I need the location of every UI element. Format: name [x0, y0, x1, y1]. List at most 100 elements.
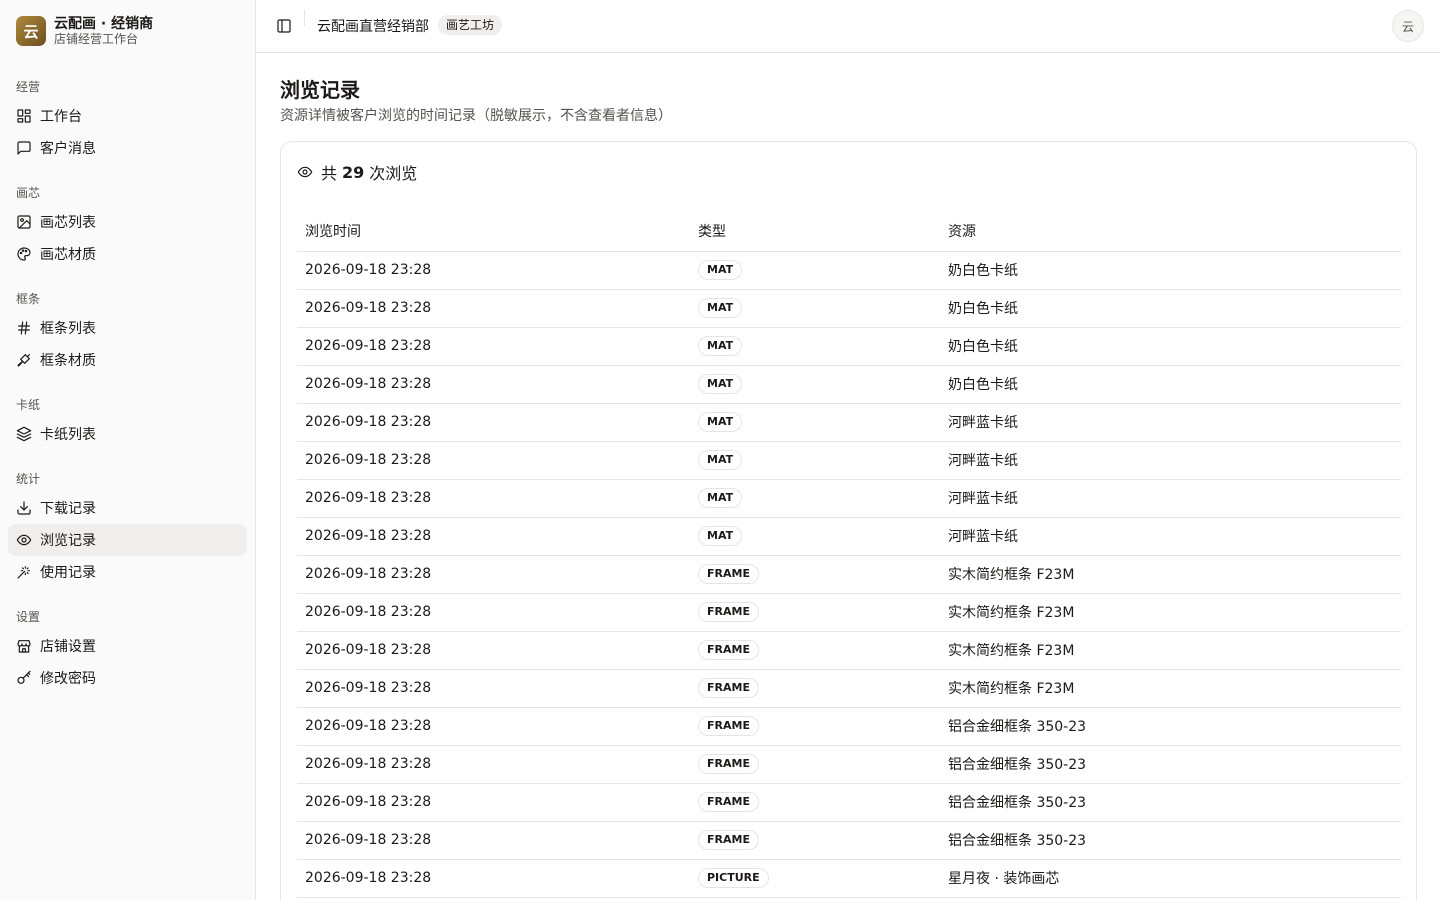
cell-type: MAT: [690, 403, 940, 442]
column-header-time: 浏览时间: [297, 211, 690, 252]
type-badge: PICTURE: [698, 868, 769, 888]
cell-resource: 实木简约框条 F23M: [940, 631, 1401, 670]
nav-group-gap: [8, 164, 247, 180]
eye-icon: [297, 166, 313, 178]
cell-resource: 铝合金细框条 350-23: [940, 745, 1401, 784]
table-row: 2026-09-18 23:28 FRAME 实木简约框条 F23M: [297, 593, 1401, 632]
type-badge: FRAME: [698, 602, 759, 622]
sidebar-item-palette[interactable]: 画芯材质: [8, 238, 247, 270]
message-icon: [16, 140, 32, 156]
cell-time: 2026-09-18 23:28: [297, 327, 690, 366]
sidebar-item-brush[interactable]: 框条材质: [8, 344, 247, 376]
sidebar-toggle-button[interactable]: [272, 14, 296, 38]
hash-icon: [16, 320, 32, 336]
sidebar-item-label: 卡纸列表: [40, 427, 96, 443]
table-header-row: 浏览时间 类型 资源: [297, 211, 1401, 252]
table-row: 2026-09-18 23:28 MAT 奶白色卡纸: [297, 327, 1401, 366]
column-header-resource: 资源: [940, 211, 1401, 252]
sidebar: 云 云配画 · 经销商 店铺经营工作台 经营工作台客户消息画芯画芯列表画芯材质框…: [0, 0, 256, 900]
cell-resource: 奶白色卡纸: [940, 289, 1401, 328]
cell-resource: 实木简约框条 F23M: [940, 593, 1401, 632]
sidebar-item-sparkle[interactable]: 使用记录: [8, 556, 247, 588]
sidebar-item-label: 下载记录: [40, 501, 96, 517]
nav-group-label: 框条: [16, 292, 41, 306]
cell-time: 2026-09-18 23:28: [297, 403, 690, 442]
eye-icon: [16, 532, 32, 548]
type-badge: MAT: [698, 488, 743, 508]
cell-type: FRAME: [690, 631, 940, 670]
sidebar-item-dashboard[interactable]: 工作台: [8, 100, 247, 132]
cell-type: MAT: [690, 517, 940, 556]
table-row: 2026-09-18 23:28 MAT 奶白色卡纸: [297, 289, 1401, 328]
nav-group-label: 统计: [16, 472, 41, 486]
type-badge: FRAME: [698, 754, 759, 774]
sidebar-item-download[interactable]: 下载记录: [8, 492, 247, 524]
cell-time: 2026-09-18 23:28: [297, 707, 690, 746]
nav-group-gap: [8, 588, 247, 604]
records-card: 共 29 次浏览 浏览时间 类型 资源 2026-09-18 23:28 MAT 奶…: [280, 141, 1417, 900]
cell-type: FRAME: [690, 745, 940, 784]
sidebar-item-label: 客户消息: [40, 141, 96, 157]
table-row: 2026-09-18 23:28 FRAME 铝合金细框条 350-23: [297, 745, 1401, 784]
cell-resource: 奶白色卡纸: [940, 365, 1401, 404]
summary-count: 29: [342, 162, 365, 182]
type-badge: FRAME: [698, 640, 759, 660]
store-icon: [16, 638, 32, 654]
table-row: 2026-09-18 23:28 MAT 河畔蓝卡纸: [297, 403, 1401, 442]
store-name: 云配画直营经销部: [317, 19, 429, 35]
type-badge: FRAME: [698, 716, 759, 736]
nav-group-label: 画芯: [16, 186, 41, 200]
type-badge: MAT: [698, 260, 743, 280]
sidebar-item-message[interactable]: 客户消息: [8, 132, 247, 164]
type-badge: MAT: [698, 298, 743, 318]
type-badge: FRAME: [698, 564, 759, 584]
type-badge: MAT: [698, 450, 743, 470]
type-badge: FRAME: [698, 792, 759, 812]
cell-type: MAT: [690, 479, 940, 518]
sparkle-icon: [16, 564, 32, 580]
download-icon: [16, 500, 32, 516]
nav-group-gap: [8, 376, 247, 392]
table-row: 2026-09-18 23:28 PICTURE 星月夜 · 装饰画芯: [297, 859, 1401, 898]
nav-group-gap: [8, 270, 247, 286]
cell-time: 2026-09-18 23:28: [297, 517, 690, 556]
cell-resource: 河畔蓝卡纸: [940, 517, 1401, 556]
type-badge: MAT: [698, 336, 743, 356]
cell-time: 2026-09-18 23:28: [297, 593, 690, 632]
sidebar-nav: 经营 工作台 客户消息 画芯 画芯列表 画芯材质 框条 框条列表 框条材质 卡纸 卡纸列表 统计 下载记…: [8, 74, 247, 694]
cell-resource: 河畔蓝卡纸: [940, 441, 1401, 480]
sidebar-item-label: 浏览记录: [40, 533, 96, 549]
table-row: 2026-09-18 23:28 MAT 河畔蓝卡纸: [297, 441, 1401, 480]
type-badge: FRAME: [698, 830, 759, 850]
page-description: 资源详情被客户浏览的时间记录（脱敏展示，不含查看者信息）: [280, 108, 672, 124]
cell-time: 2026-09-18 23:28: [297, 365, 690, 404]
sidebar-item-label: 店铺设置: [40, 639, 96, 655]
page-title: 浏览记录: [280, 78, 360, 102]
dashboard-icon: [16, 108, 32, 124]
table-row: 2026-09-18 23:28 MAT 河畔蓝卡纸: [297, 479, 1401, 518]
cell-resource: 实木简约框条 F23M: [940, 555, 1401, 594]
cell-time: 2026-09-18 23:28: [297, 745, 690, 784]
cell-type: FRAME: [690, 555, 940, 594]
sidebar-item-image[interactable]: 画芯列表: [8, 206, 247, 238]
avatar[interactable]: 云: [1392, 10, 1424, 42]
sidebar-item-key[interactable]: 修改密码: [8, 662, 247, 694]
type-badge: MAT: [698, 526, 743, 546]
sidebar-item-label: 框条列表: [40, 321, 96, 337]
sidebar-item-eye[interactable]: 浏览记录: [8, 524, 247, 556]
brand-logo: 云: [16, 16, 46, 46]
sidebar-item-label: 画芯列表: [40, 215, 96, 231]
sidebar-item-hash[interactable]: 框条列表: [8, 312, 247, 344]
main-content: 云配画直营经销部 画艺工坊 云 浏览记录 资源详情被客户浏览的时间记录（脱敏展示…: [256, 0, 1440, 900]
nav-group-label: 经营: [16, 80, 41, 94]
sidebar-item-layers[interactable]: 卡纸列表: [8, 418, 247, 450]
cell-type: FRAME: [690, 821, 940, 860]
table-row: 2026-09-18 23:28 MAT 奶白色卡纸: [297, 365, 1401, 404]
cell-time: 2026-09-18 23:28: [297, 251, 690, 290]
summary-prefix: 共: [321, 164, 338, 183]
sidebar-item-store[interactable]: 店铺设置: [8, 630, 247, 662]
sidebar-item-label: 框条材质: [40, 353, 96, 369]
table-row: 2026-09-18 23:28 FRAME 铝合金细框条 350-23: [297, 707, 1401, 746]
brand[interactable]: 云 云配画 · 经销商 店铺经营工作台: [16, 16, 153, 46]
cell-type: FRAME: [690, 707, 940, 746]
